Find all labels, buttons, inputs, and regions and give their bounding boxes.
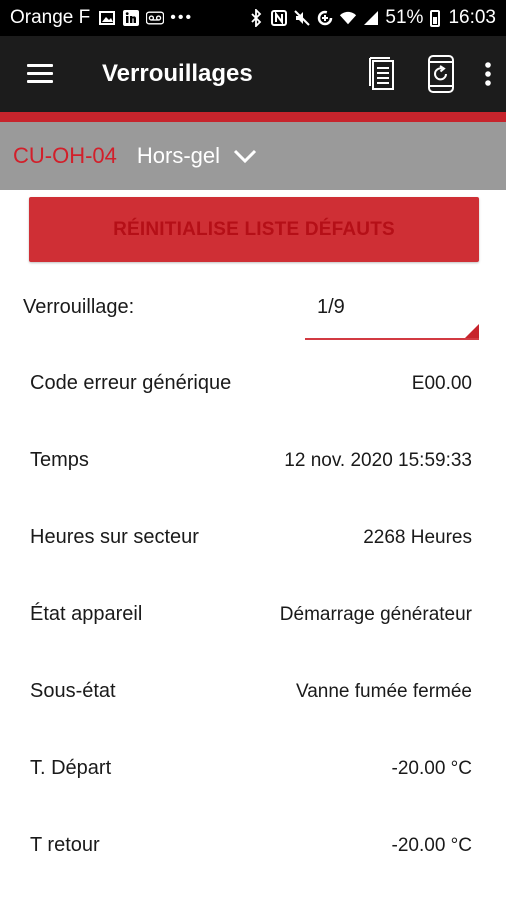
list-item: État appareil Démarrage générateur	[0, 576, 506, 653]
lock-value: 1/9	[317, 296, 345, 318]
battery-percent: 51%	[385, 7, 424, 28]
list-item: Temps 12 nov. 2020 15:59:33	[0, 422, 506, 499]
more-notifications-icon: •••	[170, 9, 194, 26]
carrier-name: Orange F	[10, 7, 91, 28]
lock-label: Verrouillage:	[23, 296, 135, 318]
info-label: État appareil	[30, 603, 143, 625]
device-mode: Hors-gel	[136, 143, 221, 168]
data-saver-icon	[316, 9, 334, 27]
spinner-dropdown-icon	[465, 324, 479, 338]
lock-selector-row: Verrouillage: 1/9	[0, 288, 506, 340]
info-value: Vanne fumée fermée	[295, 680, 472, 702]
image-icon	[98, 9, 116, 27]
more-vertical-icon	[485, 62, 491, 86]
accent-divider	[0, 112, 506, 122]
info-label: Sous-état	[30, 680, 116, 702]
reset-faults-button[interactable]: RÉINITIALISE LISTE DÉFAUTS	[29, 197, 479, 262]
nfc-icon	[270, 9, 288, 27]
info-value: E00.00	[411, 372, 472, 394]
lock-details-list: Code erreur générique E00.00 Temps 12 no…	[0, 345, 506, 884]
page-title: Verrouillages	[102, 60, 253, 87]
battery-icon	[430, 9, 441, 27]
menu-button[interactable]	[0, 36, 80, 112]
info-label: T retour	[30, 834, 100, 856]
device-selector[interactable]: CU-OH-04 Hors-gel	[0, 122, 506, 190]
signal-icon	[362, 9, 380, 27]
info-value: 2268 Heures	[363, 526, 472, 548]
mute-icon	[293, 9, 311, 27]
info-value: Démarrage générateur	[279, 603, 472, 625]
linkedin-icon	[122, 9, 140, 27]
info-label: T. Départ	[30, 757, 112, 779]
lock-spinner[interactable]: 1/9	[305, 288, 479, 340]
notification-icons: •••	[98, 9, 193, 27]
hamburger-icon	[27, 64, 53, 84]
app-bar: Verrouillages	[0, 36, 506, 112]
document-icon	[369, 57, 394, 90]
wifi-icon	[339, 9, 357, 27]
phone-refresh-button[interactable]	[412, 36, 470, 112]
chevron-down-icon[interactable]	[232, 146, 258, 166]
device-id: CU-OH-04	[13, 143, 117, 168]
phone-refresh-icon	[428, 55, 454, 93]
info-label: Code erreur générique	[30, 372, 232, 394]
list-item: Sous-état Vanne fumée fermée	[0, 653, 506, 730]
system-icons: 51% 16:03	[247, 7, 496, 29]
clock: 16:03	[448, 7, 496, 28]
info-value: -20.00 °C	[391, 834, 472, 856]
list-item: Heures sur secteur 2268 Heures	[0, 499, 506, 576]
bluetooth-icon	[247, 9, 265, 27]
voicemail-icon	[146, 9, 165, 27]
list-item: Code erreur générique E00.00	[0, 345, 506, 422]
list-item: T. Départ -20.00 °C	[0, 730, 506, 807]
info-label: Temps	[30, 449, 89, 471]
list-item: T retour -20.00 °C	[0, 807, 506, 884]
spinner-underline	[305, 338, 479, 340]
more-button[interactable]	[470, 36, 506, 112]
document-button[interactable]	[354, 36, 412, 112]
info-value: -20.00 °C	[391, 757, 472, 779]
info-value: 12 nov. 2020 15:59:33	[284, 449, 472, 471]
info-label: Heures sur secteur	[30, 526, 199, 548]
status-bar: Orange F ••• 51% 16:03	[0, 0, 506, 36]
